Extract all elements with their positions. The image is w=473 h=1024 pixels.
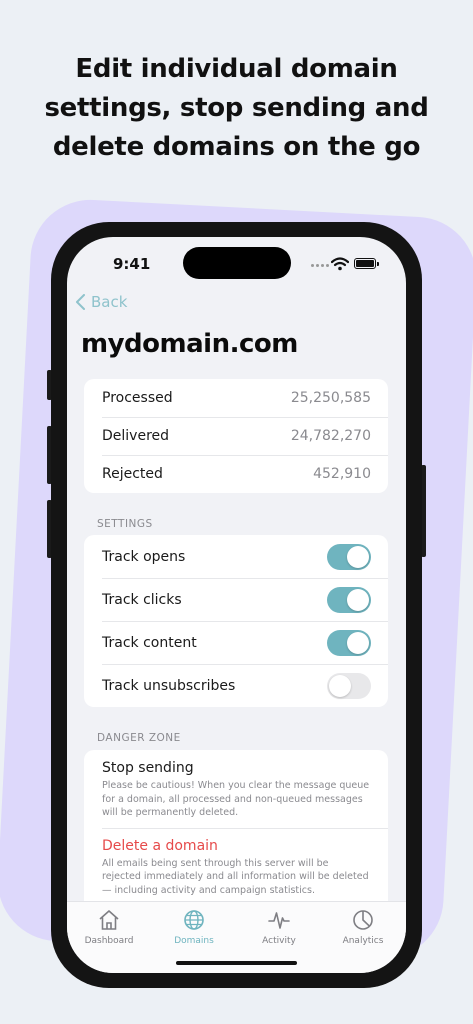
battery-cap: [377, 262, 379, 266]
track-clicks-toggle[interactable]: [327, 586, 371, 613]
setting-row-track-opens: Track opens: [84, 535, 388, 578]
tab-label: Activity: [262, 936, 296, 946]
setting-row-track-content: Track content: [84, 621, 388, 664]
tab-label: Domains: [174, 936, 214, 946]
danger-zone-section-header: DANGER ZONE: [97, 732, 181, 744]
globe-icon: [184, 910, 204, 930]
track-opens-toggle[interactable]: [327, 543, 371, 570]
stat-value: 24,782,270: [290, 428, 371, 444]
headline-line-1: Edit individual domain: [75, 54, 398, 84]
page-title: mydomain.com: [81, 329, 298, 359]
house-icon: [99, 910, 119, 930]
back-button[interactable]: Back: [75, 293, 127, 311]
stop-sending-button[interactable]: Stop sending Please be cautious! When yo…: [84, 750, 388, 828]
wifi-icon: [331, 257, 349, 271]
stat-row-delivered: Delivered 24,782,270: [84, 417, 388, 455]
tab-analytics[interactable]: Analytics: [321, 908, 405, 946]
stat-label: Delivered: [102, 428, 170, 444]
setting-row-track-clicks: Track clicks: [84, 578, 388, 621]
chevron-left-icon: [76, 294, 85, 310]
pie-chart-icon: [353, 910, 373, 930]
toggle-knob: [347, 545, 369, 568]
headline-line-3: delete domains on the go: [52, 132, 421, 162]
headline-line-2: settings, stop sending and: [44, 93, 429, 123]
danger-zone-card: Stop sending Please be cautious! When yo…: [84, 750, 388, 920]
setting-label: Track content: [102, 634, 197, 651]
back-label: Back: [91, 293, 128, 311]
delete-domain-description: All emails being sent through this serve…: [102, 857, 369, 896]
setting-row-track-unsubscribes: Track unsubscribes: [84, 664, 388, 707]
status-time: 9:41: [113, 255, 151, 273]
setting-label: Track opens: [102, 548, 186, 565]
phone-screen: 9:41 Back mydomain.com Processed 25,250,…: [67, 237, 406, 973]
signal-icon: [311, 264, 329, 267]
stat-label: Processed: [102, 390, 173, 406]
stop-sending-title: Stop sending: [102, 760, 194, 776]
stat-label: Rejected: [102, 466, 163, 482]
battery-icon: [354, 258, 376, 269]
setting-label: Track clicks: [102, 591, 182, 608]
home-indicator: [176, 961, 297, 965]
delete-domain-button[interactable]: Delete a domain All emails being sent th…: [84, 827, 388, 906]
track-unsubscribes-toggle[interactable]: [327, 672, 371, 699]
tab-dashboard[interactable]: Dashboard: [67, 908, 151, 946]
settings-section-header: SETTINGS: [97, 518, 153, 530]
tab-domains[interactable]: Domains: [152, 908, 236, 946]
stats-card: Processed 25,250,585 Delivered 24,782,27…: [84, 379, 388, 493]
delete-domain-title: Delete a domain: [102, 837, 218, 854]
stat-row-rejected: Rejected 452,910: [84, 455, 388, 493]
stat-row-processed: Processed 25,250,585: [84, 379, 388, 417]
pulse-icon: [268, 912, 290, 929]
dynamic-island: [183, 247, 291, 279]
tab-activity[interactable]: Activity: [237, 908, 321, 946]
track-content-toggle[interactable]: [327, 629, 371, 656]
stat-value: 452,910: [313, 466, 371, 482]
marketing-headline: Edit individual domain settings, stop se…: [0, 50, 473, 167]
tab-label: Analytics: [342, 936, 384, 946]
toggle-knob: [347, 631, 369, 654]
tab-label: Dashboard: [84, 936, 134, 946]
stat-value: 25,250,585: [290, 390, 371, 406]
toggle-knob: [329, 674, 351, 697]
setting-label: Track unsubscribes: [102, 677, 236, 694]
toggle-knob: [347, 588, 369, 611]
settings-card: Track opens Track clicks Track content T…: [84, 535, 388, 707]
stop-sending-description: Please be cautious! When you clear the m…: [102, 780, 370, 818]
